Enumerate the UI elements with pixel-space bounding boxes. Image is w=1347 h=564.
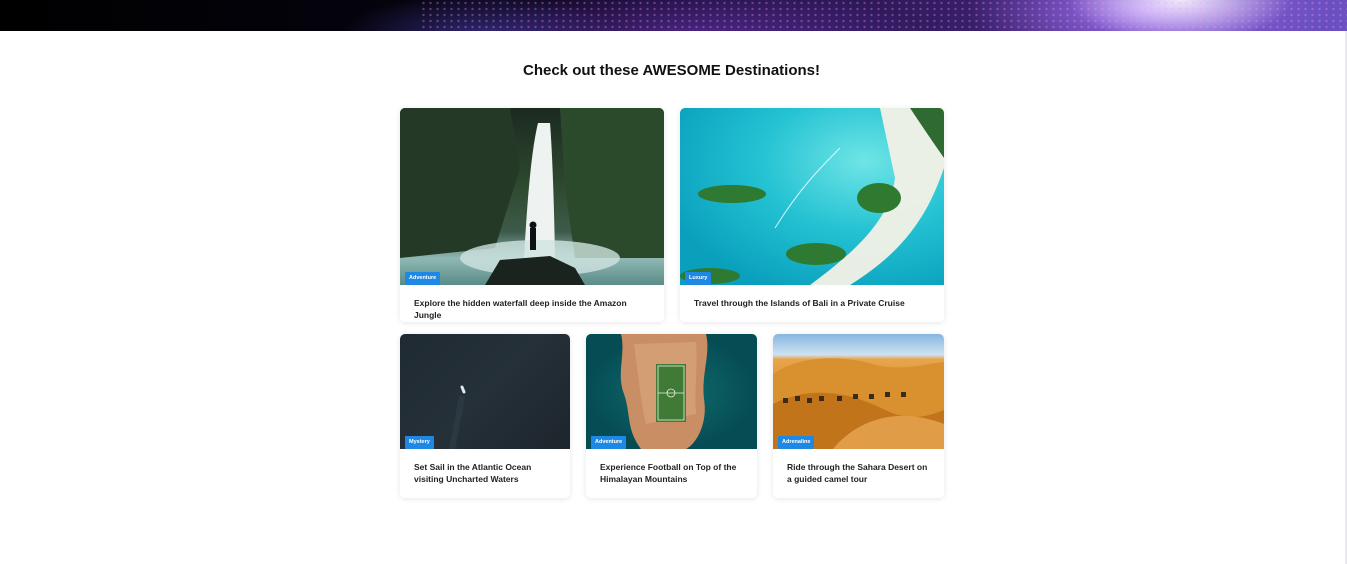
destination-card-waterfall[interactable]: Adventure Explore the hidden waterfall d… [400, 108, 664, 322]
category-badge[interactable]: Adventure [591, 435, 627, 449]
destination-card-ocean[interactable]: Mystery Set Sail in the Atlantic Ocean v… [400, 334, 570, 498]
desert-photo: Adrenaline [773, 334, 944, 449]
destination-card-football[interactable]: Adventure Experience Football on Top of … [586, 334, 757, 498]
hero-banner-strip [0, 0, 1347, 31]
destination-card-bali[interactable]: Luxury Travel through the Islands of Bal… [680, 108, 944, 322]
category-badge[interactable]: Adventure [405, 271, 441, 285]
card-title[interactable]: Experience Football on Top of the Himala… [586, 449, 757, 485]
card-title[interactable]: Set Sail in the Atlantic Ocean visiting … [400, 449, 570, 485]
ocean-photo: Mystery [400, 334, 570, 449]
islands-photo: Luxury [680, 108, 944, 285]
destination-card-sahara[interactable]: Adrenaline Ride through the Sahara Deser… [773, 334, 944, 498]
category-badge[interactable]: Luxury [685, 271, 712, 285]
card-title[interactable]: Travel through the Islands of Bali in a … [680, 285, 944, 309]
section-title: Check out these AWESOME Destinations! [523, 62, 820, 79]
card-title[interactable]: Explore the hidden waterfall deep inside… [400, 285, 664, 321]
category-badge[interactable]: Mystery [405, 435, 434, 449]
football-island-photo: Adventure [586, 334, 757, 449]
category-badge[interactable]: Adrenaline [778, 435, 815, 449]
hero-pattern [420, 0, 1347, 31]
card-title[interactable]: Ride through the Sahara Desert on a guid… [773, 449, 944, 485]
waterfall-photo: Adventure [400, 108, 664, 285]
